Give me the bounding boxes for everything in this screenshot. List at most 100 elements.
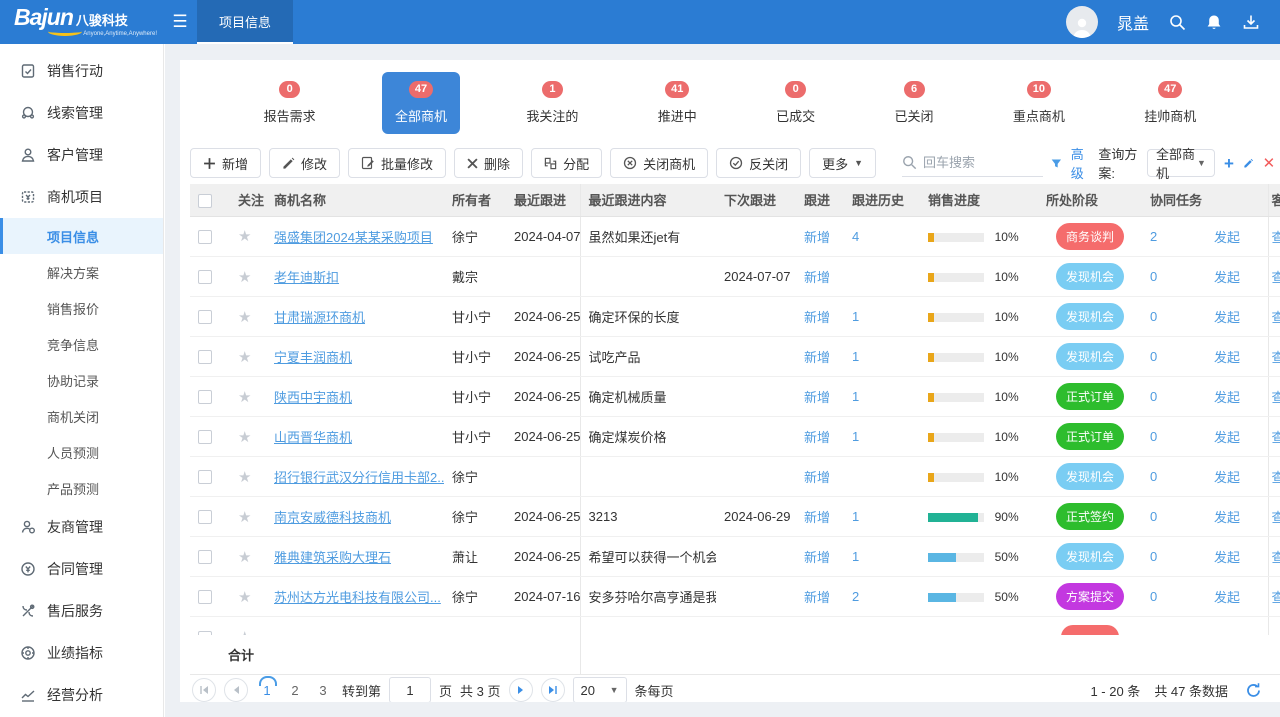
start-task-link[interactable]: 发起 [1214, 590, 1240, 605]
star-icon[interactable]: ★ [238, 429, 251, 446]
task-count-link[interactable]: 0 [1150, 269, 1157, 284]
opportunity-name-link[interactable]: 苏州达方光电科技有限公司... [274, 590, 441, 605]
star-icon[interactable]: ★ [238, 389, 251, 406]
opportunity-name-link[interactable]: 老年迪斯扣 [274, 270, 339, 285]
goto-page-input[interactable] [389, 677, 431, 702]
start-task-link[interactable]: 发起 [1214, 470, 1240, 485]
task-count-link[interactable]: 2 [1150, 229, 1157, 244]
row-checkbox[interactable] [198, 470, 212, 484]
opportunity-name-link[interactable]: 雅典建筑采购大理石 [274, 550, 391, 565]
toolbar-button[interactable]: 批量修改 [348, 148, 446, 178]
stats-tab[interactable]: 0 报告需求 [251, 72, 329, 134]
task-count-link[interactable]: 0 [1150, 389, 1157, 404]
download-icon[interactable] [1242, 13, 1260, 31]
add-follow-link[interactable]: 新增 [804, 550, 830, 565]
row-checkbox[interactable] [198, 230, 212, 244]
row-checkbox[interactable] [198, 430, 212, 444]
filter-funnel-icon[interactable] [1051, 156, 1062, 171]
follow-history-count[interactable]: 2 [852, 589, 859, 604]
task-count-link[interactable]: 0 [1150, 309, 1157, 324]
start-task-link[interactable]: 发起 [1214, 390, 1240, 405]
opportunity-name-link[interactable]: 南京安威德科技商机 [274, 510, 391, 525]
toolbar-button[interactable]: 分配 [531, 148, 602, 178]
stats-tab[interactable]: 47 全部商机 [382, 72, 460, 134]
add-follow-link[interactable]: 新增 [804, 310, 830, 325]
sidebar-item-group[interactable]: 经营分析 [0, 674, 163, 716]
add-follow-link[interactable]: 新增 [804, 230, 830, 245]
sidebar-item-sub[interactable]: 人员预测 [0, 434, 163, 470]
add-follow-link[interactable]: 新增 [804, 430, 830, 445]
first-page-button[interactable] [192, 678, 216, 702]
username[interactable]: 晁盖 [1117, 10, 1149, 34]
task-count-link[interactable]: 0 [1150, 469, 1157, 484]
page-size-select[interactable]: 20 ▼ [573, 677, 627, 702]
start-task-link[interactable]: 发起 [1214, 430, 1240, 445]
toolbar-button[interactable]: 删除 [454, 148, 523, 178]
refresh-icon[interactable] [1242, 679, 1264, 701]
stats-tab[interactable]: 1 我关注的 [513, 72, 591, 134]
task-count-link[interactable]: 0 [1150, 549, 1157, 564]
sidebar-item-sub[interactable]: 商机关闭 [0, 398, 163, 434]
search-icon[interactable] [1168, 13, 1186, 31]
sidebar-item-group[interactable]: 销售行动 [0, 50, 163, 92]
add-follow-link[interactable]: 新增 [804, 390, 830, 405]
stats-tab[interactable]: 10 重点商机 [1000, 72, 1078, 134]
row-checkbox[interactable] [198, 590, 212, 604]
sidebar-item-group[interactable]: 友商管理 [0, 506, 163, 548]
next-page-button[interactable] [509, 678, 533, 702]
toolbar-button[interactable]: 反关闭 [716, 148, 801, 178]
opportunity-name-link[interactable]: 强盛集团2024某某采购项目 [274, 230, 433, 245]
star-icon[interactable]: ★ [238, 549, 251, 566]
opportunity-name-link[interactable]: 陕西中宇商机 [274, 390, 352, 405]
search-input[interactable] [923, 155, 1043, 170]
add-follow-link[interactable]: 新增 [804, 270, 830, 285]
stats-tab[interactable]: 6 已关闭 [882, 72, 947, 134]
toolbar-button[interactable]: 更多 ▼ [809, 148, 876, 178]
opportunity-name-link[interactable]: 宁夏丰润商机 [274, 350, 352, 365]
follow-history-count[interactable]: 1 [852, 349, 859, 364]
select-all-checkbox[interactable] [198, 194, 212, 208]
row-checkbox[interactable] [198, 270, 212, 284]
add-follow-link[interactable]: 新增 [804, 350, 830, 365]
add-follow-link[interactable]: 新增 [804, 590, 830, 605]
stats-tab[interactable]: 47 挂帅商机 [1131, 72, 1209, 134]
sidebar-item-sub[interactable]: 解决方案 [0, 254, 163, 290]
page-number[interactable]: 2 [284, 683, 306, 698]
page-number[interactable]: 1 [256, 683, 278, 698]
last-page-button[interactable] [541, 678, 565, 702]
open-tab-project-info[interactable]: 项目信息 [197, 0, 293, 44]
row-checkbox[interactable] [198, 390, 212, 404]
bell-icon[interactable] [1205, 13, 1223, 31]
star-icon[interactable]: ★ [238, 469, 251, 486]
sidebar-item-group[interactable]: 线索管理 [0, 92, 163, 134]
prev-page-button[interactable] [224, 678, 248, 702]
start-task-link[interactable]: 发起 [1214, 550, 1240, 565]
follow-history-count[interactable]: 1 [852, 389, 859, 404]
sidebar-item-group[interactable]: 客户管理 [0, 134, 163, 176]
star-icon[interactable]: ★ [238, 349, 251, 366]
row-checkbox[interactable] [198, 510, 212, 524]
star-icon[interactable]: ★ [238, 509, 251, 526]
opportunity-name-link[interactable]: 招行银行武汉分行信用卡部2... [274, 470, 444, 485]
stats-tab[interactable]: 41 推进中 [645, 72, 710, 134]
sidebar-item-sub[interactable]: 竞争信息 [0, 326, 163, 362]
toolbar-button[interactable]: 关闭商机 [610, 148, 708, 178]
row-checkbox[interactable] [198, 550, 212, 564]
sidebar-item-group[interactable]: 合同管理 [0, 548, 163, 590]
stats-tab[interactable]: 0 已成交 [763, 72, 828, 134]
sidebar-item-group[interactable]: 业绩指标 [0, 632, 163, 674]
start-task-link[interactable]: 发起 [1214, 510, 1240, 525]
hamburger-menu-icon[interactable]: ☰ [163, 0, 197, 44]
toolbar-button[interactable]: 新增 [190, 148, 261, 178]
sidebar-item-group[interactable]: 售后服务 [0, 590, 163, 632]
row-checkbox[interactable] [198, 350, 212, 364]
opportunity-name-link[interactable]: 山西晋华商机 [274, 430, 352, 445]
star-icon[interactable]: ★ [238, 269, 251, 286]
task-count-link[interactable]: 0 [1150, 589, 1157, 604]
start-task-link[interactable]: 发起 [1214, 350, 1240, 365]
task-count-link[interactable]: 0 [1150, 509, 1157, 524]
add-follow-link[interactable]: 新增 [804, 510, 830, 525]
follow-history-count[interactable]: 1 [852, 549, 859, 564]
start-task-link[interactable]: 发起 [1214, 270, 1240, 285]
sidebar-item-group[interactable]: 商机项目 [0, 176, 163, 218]
